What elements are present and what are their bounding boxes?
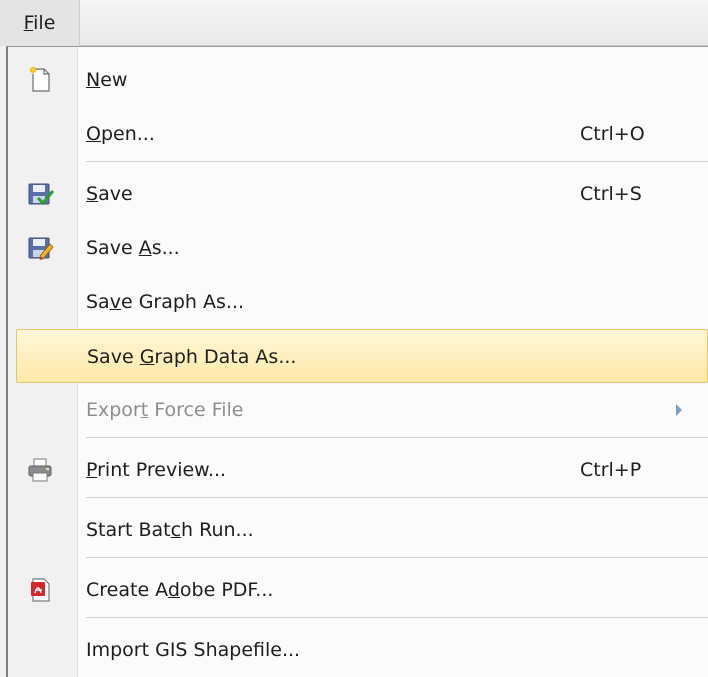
file-dropdown-menu: New Open... Ctrl+O Save Ctrl+S Save As..… (6, 46, 708, 677)
menu-item-save-as-label: Save As... (86, 237, 180, 259)
menu-separator (86, 497, 708, 498)
menu-item-start-batch-run-label: Start Batch Run... (86, 519, 254, 541)
save-as-icon (28, 237, 54, 260)
file-menu-rest: ile (33, 12, 56, 34)
menu-item-new[interactable]: New (8, 53, 708, 107)
menu-separator (86, 617, 708, 618)
menu-item-open-shortcut: Ctrl+O (580, 123, 645, 145)
menu-item-open-label: Open... (86, 123, 155, 145)
submenu-arrow-icon (676, 404, 682, 416)
menu-item-save-graph-data-as-label: Save Graph Data As... (87, 346, 297, 368)
file-menu[interactable]: File (0, 0, 80, 46)
menu-item-print-preview-shortcut: Ctrl+P (580, 459, 642, 481)
menu-separator (86, 557, 708, 558)
menu-item-print-preview-label: Print Preview... (86, 459, 227, 481)
menu-item-print-preview[interactable]: Print Preview... Ctrl+P (8, 443, 708, 497)
menu-item-save-graph-data-as[interactable]: Save Graph Data As... (16, 329, 708, 383)
new-document-icon (29, 66, 50, 92)
menu-item-create-adobe-pdf[interactable]: Create Adobe PDF... (8, 563, 708, 617)
menu-item-save-label: Save (86, 183, 133, 205)
menu-item-save-as[interactable]: Save As... (8, 221, 708, 275)
menu-item-create-adobe-pdf-label: Create Adobe PDF... (86, 579, 274, 601)
menu-item-save-shortcut: Ctrl+S (580, 183, 642, 205)
menu-item-save-graph-as-label: Save Graph As... (86, 291, 245, 313)
printer-icon (28, 458, 52, 482)
file-menu-accel: F (23, 12, 34, 34)
menu-item-save[interactable]: Save Ctrl+S (8, 167, 708, 221)
menu-separator (86, 437, 708, 438)
menu-item-new-label: New (86, 69, 128, 91)
menu-item-open[interactable]: Open... Ctrl+O (8, 107, 708, 161)
menu-item-import-gis-shapefile-label: Import GIS Shapefile... (86, 639, 301, 661)
save-check-icon (28, 183, 54, 206)
menu-item-export-force-file[interactable]: Export Force File (8, 383, 708, 437)
menu-bar: File (0, 0, 708, 46)
menu-item-save-graph-as[interactable]: Save Graph As... (8, 275, 708, 329)
menu-item-start-batch-run[interactable]: Start Batch Run... (8, 503, 708, 557)
menu-item-export-force-file-label: Export Force File (86, 399, 244, 421)
menu-separator (86, 161, 708, 162)
adobe-pdf-icon (31, 578, 50, 602)
menu-item-import-gis-shapefile[interactable]: Import GIS Shapefile... (8, 623, 708, 677)
